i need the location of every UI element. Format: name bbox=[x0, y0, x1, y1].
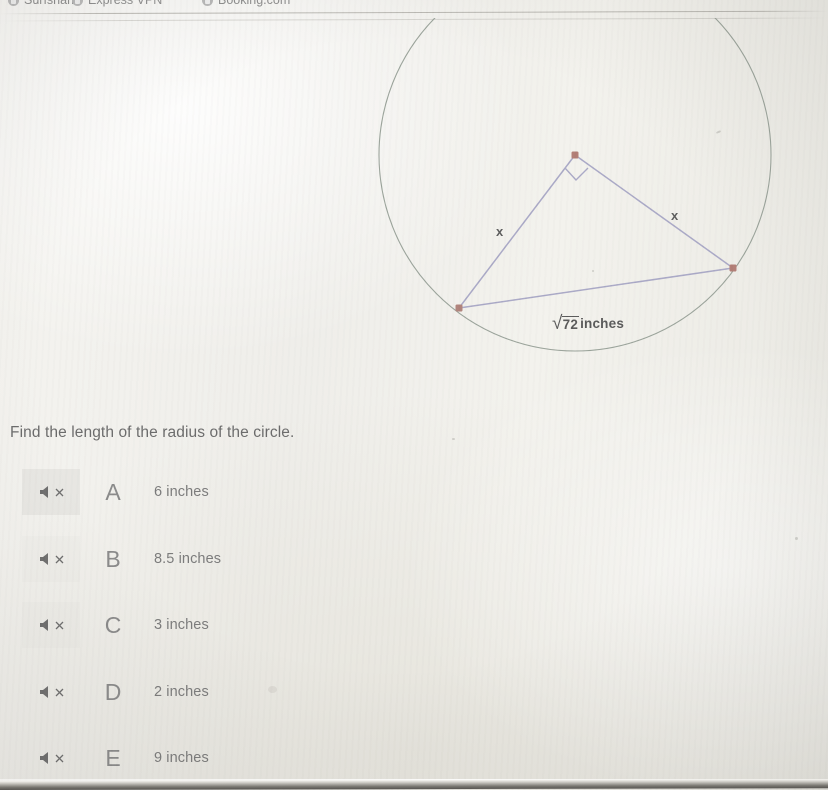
dust-speck bbox=[452, 438, 455, 440]
vertex-right-point bbox=[729, 264, 737, 272]
answer-e-text: 9 inches bbox=[154, 750, 209, 766]
bookmark-label: Express VPN bbox=[88, 0, 163, 7]
screen-bottom-bezel bbox=[0, 779, 828, 790]
bookmarks-bar[interactable]: Surfshark Express VPN Booking.com bbox=[0, 0, 828, 11]
dust-speck bbox=[592, 270, 594, 272]
answer-c-text: 3 inches bbox=[154, 617, 209, 633]
bookmark-item-booking[interactable]: Booking.com bbox=[202, 0, 290, 7]
answer-b-text: 8.5 inches bbox=[154, 551, 222, 567]
answer-d-audio-button[interactable] bbox=[22, 669, 80, 715]
answer-e-letter: E bbox=[105, 744, 121, 771]
right-angle-marker-icon bbox=[564, 167, 589, 182]
answer-option-c[interactable]: C 3 inches bbox=[0, 598, 420, 652]
geometry-figure: x x √ 72 inches bbox=[360, 18, 790, 368]
radical-sign-icon: √ bbox=[552, 313, 563, 334]
bookmark-item-express-vpn[interactable]: Express VPN bbox=[72, 0, 162, 7]
answer-option-a[interactable]: A 6 inches bbox=[0, 465, 420, 519]
right-radius-label: x bbox=[671, 208, 679, 223]
answer-b-audio-button[interactable] bbox=[22, 536, 80, 582]
chord-length-label: √ 72 inches bbox=[552, 313, 625, 334]
vertex-left-point bbox=[455, 304, 463, 312]
bookmark-label: Surfshark bbox=[24, 0, 78, 7]
answer-a-audio-button[interactable] bbox=[22, 469, 80, 515]
dust-speck bbox=[795, 537, 798, 540]
answer-a-text: 6 inches bbox=[154, 484, 209, 500]
bookmark-favicon-icon bbox=[8, 0, 19, 6]
quiz-screen-photo: Surfshark Express VPN Booking.com x x √ … bbox=[0, 0, 828, 790]
answer-d-text: 2 inches bbox=[154, 684, 209, 700]
circle-outline bbox=[378, 18, 772, 352]
answer-b-letter: B bbox=[105, 545, 121, 572]
mute-speaker-icon bbox=[39, 685, 64, 699]
answer-option-b[interactable]: B 8.5 inches bbox=[0, 532, 420, 586]
vertex-center-point bbox=[571, 151, 579, 159]
bookmark-favicon-icon bbox=[202, 0, 213, 6]
question-prompt: Find the length of the radius of the cir… bbox=[10, 424, 295, 441]
chord-unit: inches bbox=[580, 316, 625, 331]
answer-d-letter: D bbox=[104, 678, 122, 705]
mute-speaker-icon bbox=[39, 751, 64, 765]
answer-e-audio-button[interactable] bbox=[22, 735, 80, 781]
bookmark-item-surfshark[interactable]: Surfshark bbox=[8, 0, 78, 7]
bookmark-favicon-icon bbox=[72, 0, 83, 6]
mute-speaker-icon bbox=[39, 552, 64, 566]
radicand-value: 72 bbox=[561, 316, 580, 332]
answer-a-letter: A bbox=[105, 478, 121, 505]
left-radius-label: x bbox=[496, 224, 504, 239]
mute-speaker-icon bbox=[39, 485, 64, 499]
answer-option-e[interactable]: E 9 inches bbox=[0, 731, 420, 785]
mute-speaker-icon bbox=[39, 618, 64, 632]
answer-c-letter: C bbox=[104, 611, 122, 638]
answer-option-d[interactable]: D 2 inches bbox=[0, 665, 420, 719]
dust-speck bbox=[268, 686, 277, 693]
answer-c-audio-button[interactable] bbox=[22, 602, 80, 648]
bookmark-label: Booking.com bbox=[218, 0, 291, 7]
